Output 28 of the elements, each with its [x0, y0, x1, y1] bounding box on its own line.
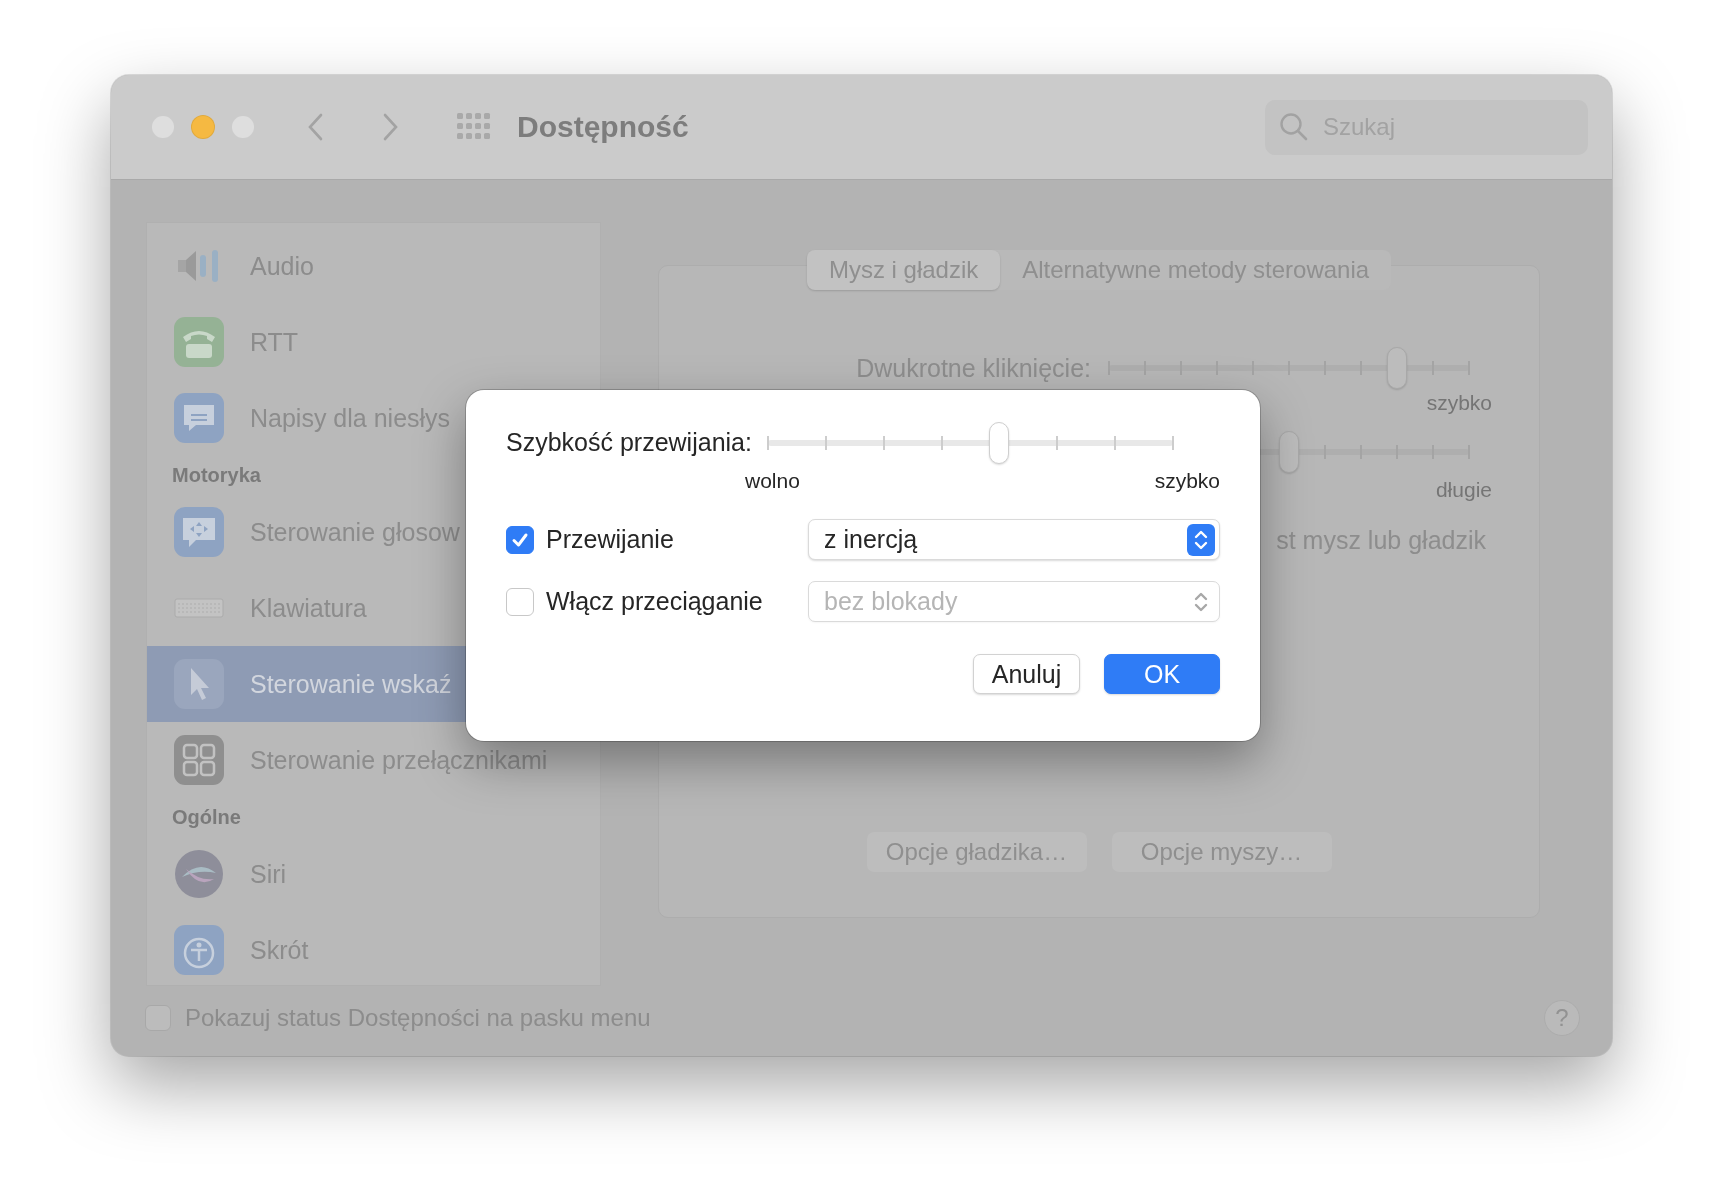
- search-icon: [1279, 112, 1309, 142]
- help-button[interactable]: ?: [1544, 1000, 1580, 1036]
- slider-max-label: szybko: [1154, 469, 1220, 493]
- slider-end-label: długie: [1435, 478, 1492, 502]
- slider-thumb[interactable]: [1387, 347, 1407, 389]
- window-title: Dostępność: [517, 110, 689, 144]
- slider-thumb[interactable]: [1279, 431, 1299, 473]
- grid-icon: [174, 735, 224, 785]
- minimize-button[interactable]: [191, 115, 215, 139]
- slider-label: Szybkość przewijania:: [506, 428, 752, 457]
- accessibility-icon: [174, 925, 224, 975]
- orb-icon: [174, 849, 224, 899]
- popup-select[interactable]: z inercją: [808, 519, 1220, 560]
- checkbox-label: Włącz przeciąganie: [546, 587, 764, 616]
- phone-icon: [174, 317, 224, 367]
- checkbox[interactable]: [506, 525, 534, 554]
- ok-button[interactable]: OK: [1104, 654, 1220, 694]
- sidebar-section-header: Motoryka: [171, 462, 262, 488]
- sidebar-section-header: Ogólne: [171, 804, 242, 830]
- cancel-button[interactable]: Anuluj: [973, 654, 1080, 694]
- speech-bubble-icon: [174, 507, 224, 557]
- slider-min-label: wolno: [745, 469, 800, 493]
- slider-end-label: szybko: [1426, 391, 1492, 415]
- speech-bubble-icon: [174, 393, 224, 443]
- slider-thumb[interactable]: [989, 421, 1010, 464]
- checkbox-label: Przewijanie: [546, 525, 675, 554]
- pointer-icon: [174, 659, 224, 709]
- grid-icon[interactable]: [457, 112, 491, 142]
